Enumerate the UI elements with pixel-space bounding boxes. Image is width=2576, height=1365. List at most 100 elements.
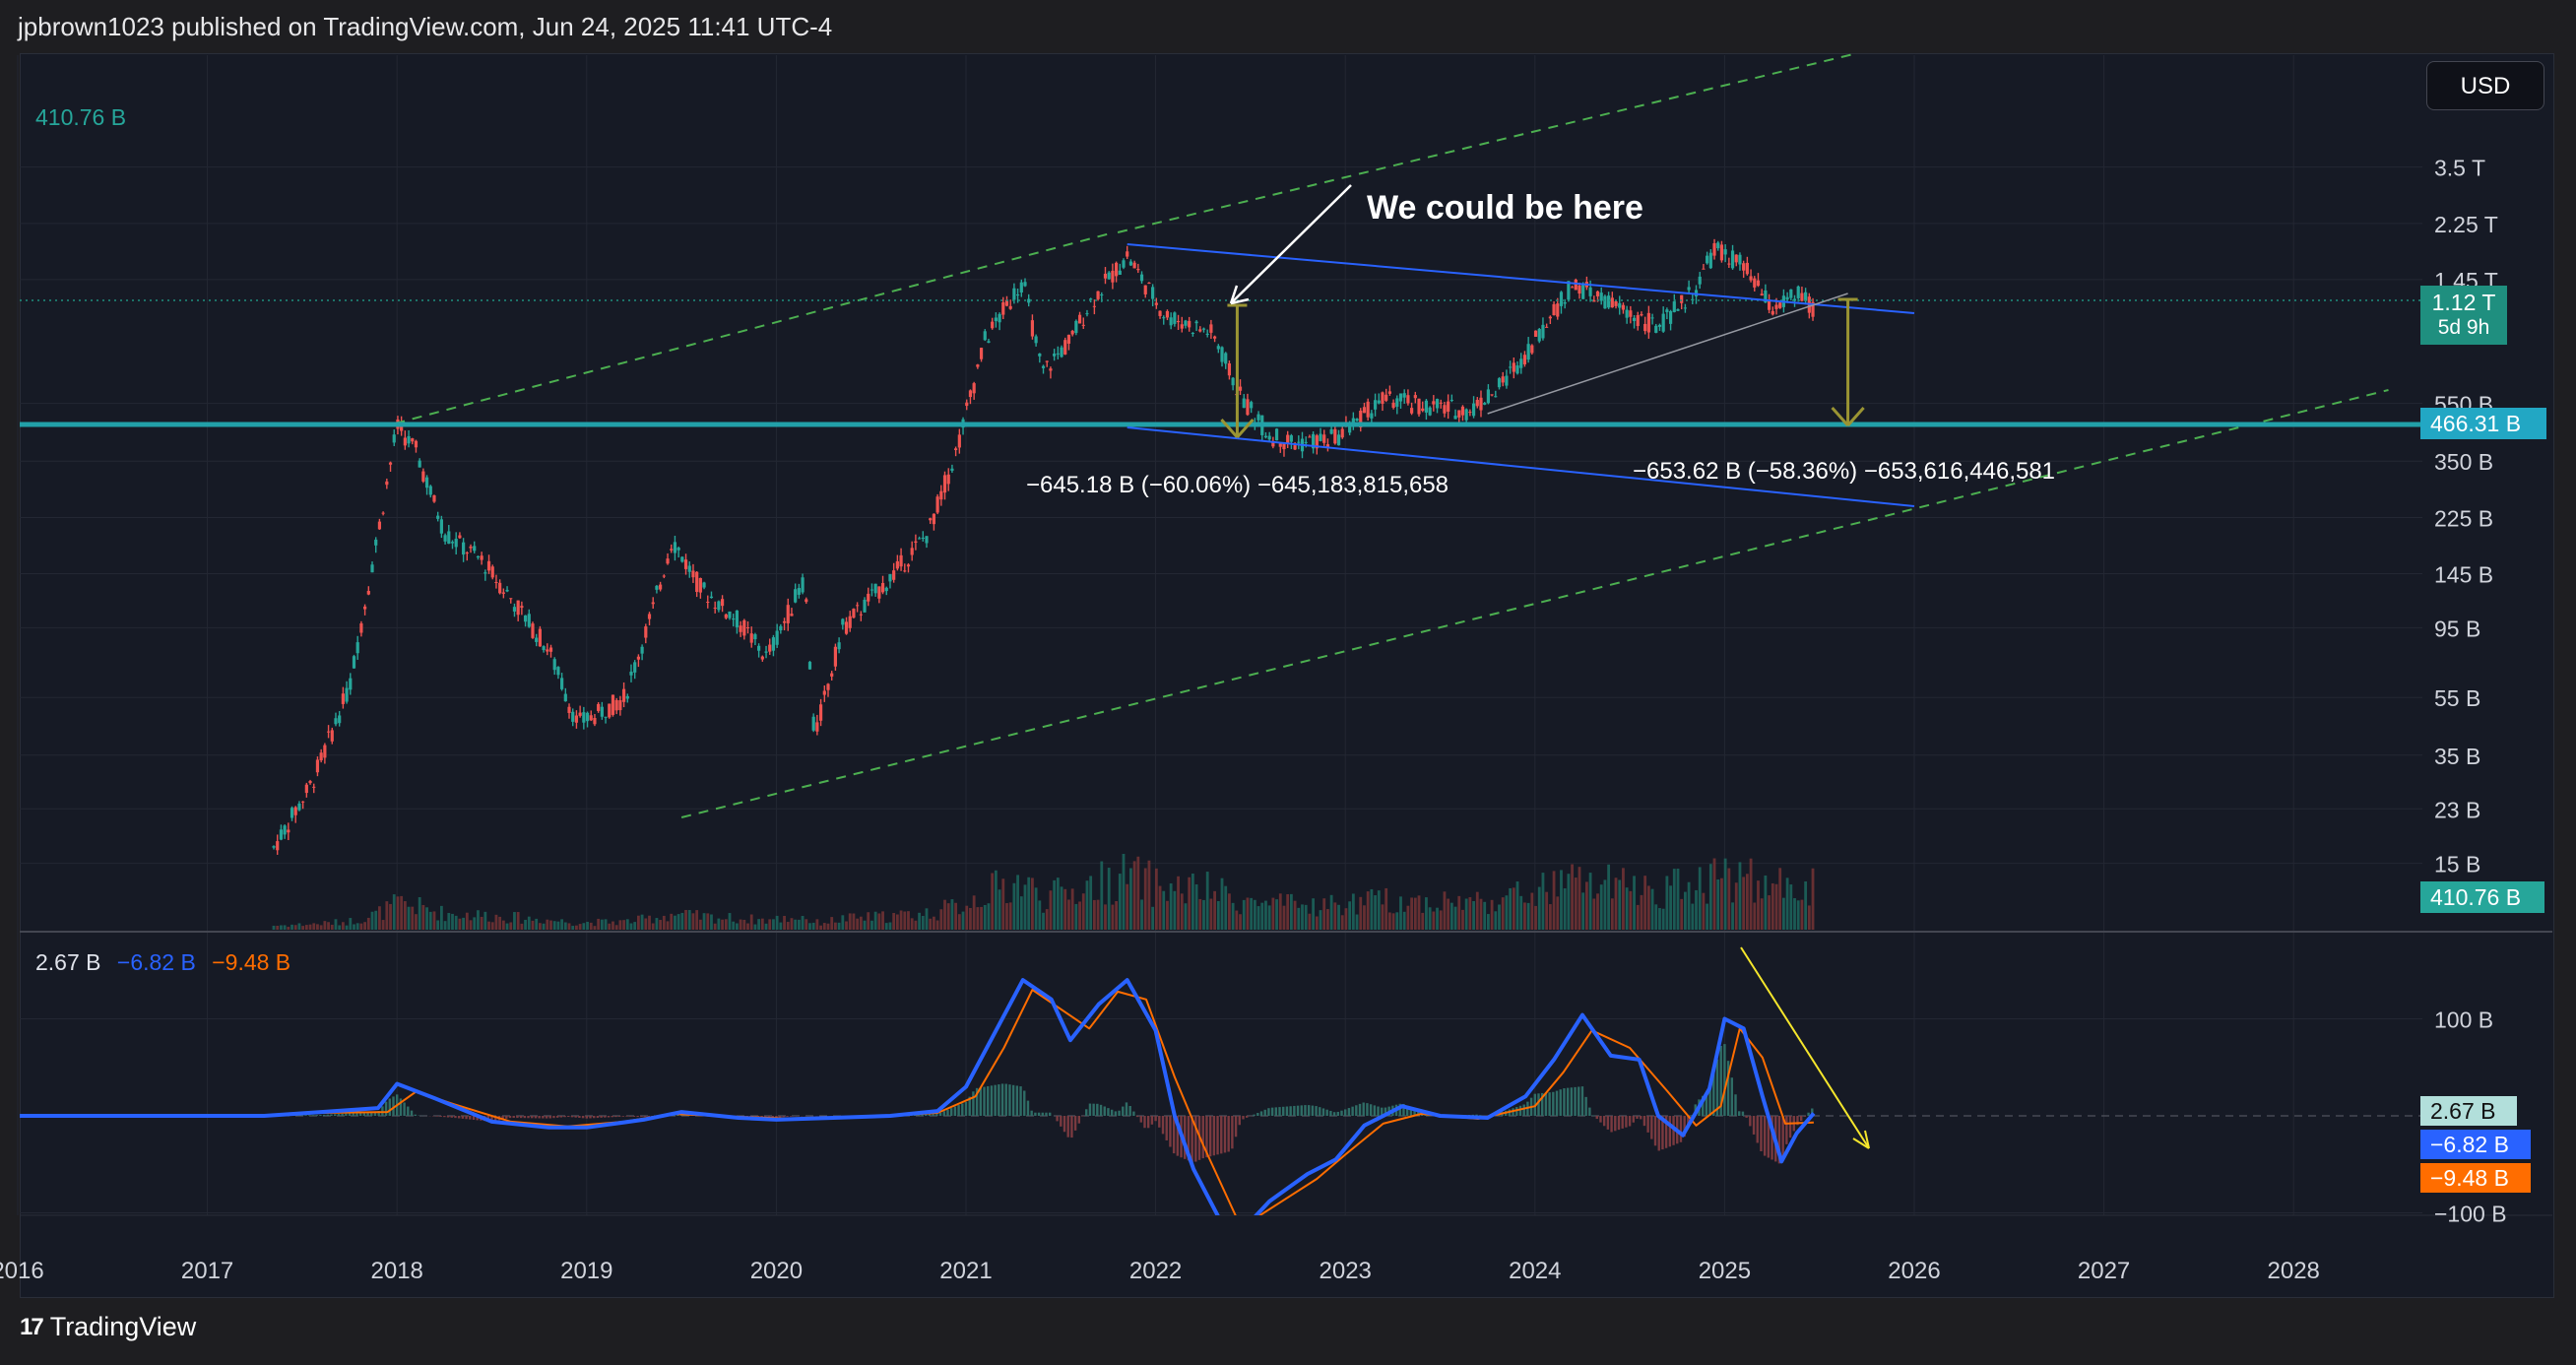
volume-bar <box>1584 881 1588 930</box>
volume-bar <box>1742 877 1746 930</box>
volume-bar <box>370 911 374 930</box>
macd-legend-value: 2.67 B <box>35 949 101 975</box>
candle-body <box>801 577 805 593</box>
candle-body <box>998 313 1001 323</box>
volume-bar <box>1432 911 1436 930</box>
y-tick-label: 145 B <box>2434 561 2493 587</box>
volume-bar <box>1523 902 1526 930</box>
volume-bar <box>1428 907 1432 930</box>
volume-bar <box>648 915 651 930</box>
volume-bar <box>1081 893 1085 930</box>
volume-bar <box>1560 870 1563 930</box>
candle-body <box>535 637 539 642</box>
histogram-bar <box>611 1116 613 1118</box>
candle-body <box>1683 307 1687 309</box>
candle-body <box>1588 287 1592 296</box>
histogram-bar <box>1000 1083 1004 1116</box>
candle-body <box>717 601 721 611</box>
histogram-bar <box>1574 1086 1577 1116</box>
histogram-bar <box>1522 1104 1525 1116</box>
candle-body <box>501 592 505 594</box>
candle-body <box>1012 288 1016 300</box>
candle-body <box>1479 397 1483 411</box>
candle-body <box>968 390 973 398</box>
tradingview-logo[interactable]: 17 TradingView <box>20 1312 196 1342</box>
volume-bar <box>706 913 710 930</box>
volume-bar <box>1793 897 1796 930</box>
candle-body <box>782 620 787 623</box>
histogram-bar <box>1657 1116 1660 1151</box>
volume-bar <box>542 923 546 930</box>
candle-body <box>683 559 688 569</box>
candle-body <box>469 546 473 549</box>
candle-body <box>1209 324 1213 333</box>
volume-bar <box>1060 886 1063 930</box>
candle-body <box>892 570 896 580</box>
histogram-bar <box>1285 1106 1289 1116</box>
candle-body <box>815 722 819 732</box>
histogram-bar <box>1270 1107 1274 1116</box>
volume-bar <box>852 913 856 930</box>
volume-bar <box>407 906 411 930</box>
volume-bar <box>363 922 367 930</box>
candle-body <box>1698 276 1702 285</box>
candle-body <box>662 575 666 577</box>
volume-bar <box>1385 887 1388 930</box>
volume-bar <box>819 925 822 930</box>
candle-body <box>1293 445 1297 450</box>
histogram-bar <box>1321 1108 1325 1116</box>
histogram-bar <box>1621 1116 1624 1129</box>
volume-bar <box>674 915 676 930</box>
histogram-bar <box>1552 1091 1555 1116</box>
signal-legend-value: −6.82 B <box>116 949 196 975</box>
volume-bar <box>1436 907 1439 930</box>
volume-bar <box>1001 878 1005 930</box>
volume-bar <box>323 921 327 930</box>
volume-bar <box>345 925 349 930</box>
volume-bar <box>276 925 280 930</box>
candle-body <box>1377 400 1381 404</box>
candle-body <box>608 703 612 718</box>
volume-bar <box>538 923 542 930</box>
volume-bar <box>293 925 297 930</box>
volume-bar <box>1599 884 1603 930</box>
x-tick-label: 2028 <box>2268 1258 2320 1284</box>
volume-bar <box>1592 898 1596 930</box>
candle-body <box>1107 272 1111 280</box>
volume-bar <box>487 921 490 930</box>
candle-body <box>1636 315 1640 327</box>
volume-bar <box>498 916 502 930</box>
volume-bar <box>1785 878 1789 930</box>
candle-body <box>946 474 950 485</box>
histogram-bar <box>1588 1107 1591 1116</box>
candle-body <box>600 706 604 717</box>
candle-body <box>957 434 961 448</box>
candle-body <box>552 659 556 671</box>
candle-body <box>1581 284 1585 299</box>
candle-body <box>279 829 284 840</box>
candle-body <box>527 614 531 627</box>
volume-bar <box>1771 882 1774 930</box>
volume-bar <box>1443 891 1447 930</box>
volume-bar <box>341 922 345 930</box>
volume-bar <box>1126 883 1129 930</box>
histogram-bar <box>1366 1103 1369 1116</box>
volume-bar <box>987 903 991 930</box>
histogram-bar <box>1070 1116 1073 1138</box>
histogram-bar <box>450 1116 453 1118</box>
candle-body <box>895 560 899 569</box>
chart-canvas[interactable]: We could be here −645.18 B (−60.06%) −645… <box>0 0 2576 1365</box>
volume-bar <box>1078 901 1081 930</box>
volume-bar <box>381 920 385 930</box>
currency-button[interactable]: USD <box>2426 61 2544 110</box>
histogram-bar <box>925 1114 928 1116</box>
histogram-bar <box>1610 1116 1613 1133</box>
histogram-bar <box>983 1086 986 1116</box>
volume-bar <box>794 919 798 930</box>
volume-bar <box>801 916 805 930</box>
volume-bar <box>552 921 556 930</box>
histogram-bar <box>1220 1116 1223 1154</box>
histogram-bar <box>1073 1116 1077 1131</box>
candle-body <box>786 605 790 623</box>
volume-bar <box>1687 881 1691 930</box>
